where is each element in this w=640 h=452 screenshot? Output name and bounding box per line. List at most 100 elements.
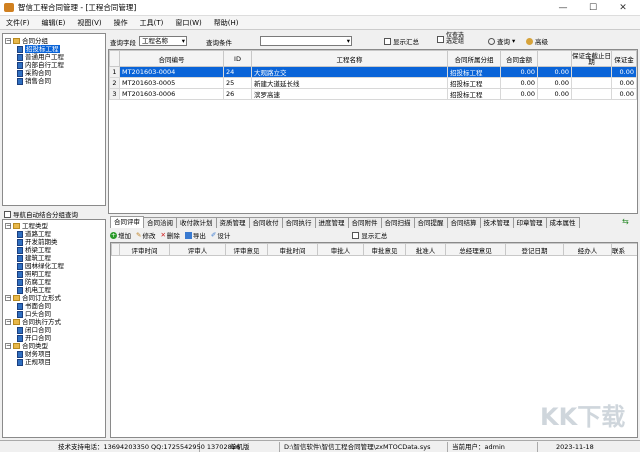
- tab-settlement[interactable]: 合同结算: [446, 217, 481, 228]
- query-condition-input[interactable]: ▾: [260, 36, 352, 46]
- tree-item-bidding[interactable]: 招投标工程: [5, 45, 103, 53]
- col-header[interactable]: 评审人: [169, 243, 226, 256]
- tree-item[interactable]: 开口合同: [5, 334, 103, 342]
- tree-item[interactable]: 开发前期类: [5, 238, 103, 246]
- edit-button[interactable]: ✎ 修改: [136, 230, 155, 240]
- tree-item[interactable]: 防腐工程: [5, 278, 103, 286]
- checkbox[interactable]: [384, 37, 391, 45]
- menu-view[interactable]: 视图(V): [71, 18, 107, 28]
- tree-item[interactable]: 正规项目: [5, 358, 103, 366]
- table-row[interactable]: 2 MT201603-0005 25 新建大道延长线 招投标工程 0.00 0.…: [109, 77, 637, 89]
- col-header[interactable]: 批准人: [405, 243, 446, 256]
- advanced-search-button[interactable]: 高级: [526, 36, 548, 46]
- col-header[interactable]: 合同金额: [500, 50, 538, 67]
- show-summary-toggle[interactable]: 显示汇总: [384, 36, 419, 46]
- tree-item[interactable]: 口头合同: [5, 310, 103, 318]
- tree-item-sales[interactable]: 销售合同: [5, 77, 103, 85]
- status-date: 2023-11-18: [556, 442, 594, 451]
- nav-auto-query-option[interactable]: 导航自动结合分组查询: [4, 209, 78, 219]
- tab-cost[interactable]: 成本属性: [545, 217, 580, 228]
- col-header[interactable]: ID: [223, 50, 252, 67]
- tab-scan[interactable]: 合同扫描: [380, 217, 415, 228]
- col-header[interactable]: 合同所属分组: [447, 50, 501, 67]
- folder-icon: [13, 295, 20, 301]
- delete-button[interactable]: ✕ 删除: [160, 230, 179, 240]
- col-header[interactable]: 经办人: [563, 243, 612, 256]
- tab-receipts[interactable]: 合同收付: [248, 217, 283, 228]
- doc-icon: [17, 270, 23, 278]
- tab-execution[interactable]: 合同执行: [281, 217, 316, 228]
- col-header[interactable]: 工程名称: [251, 50, 448, 67]
- col-header[interactable]: 登记日期: [505, 243, 564, 256]
- tree-item[interactable]: 机电工程: [5, 286, 103, 294]
- collapse-icon[interactable]: −: [5, 319, 11, 325]
- tree-engineering-type[interactable]: − 工程类型: [5, 222, 103, 230]
- tab-scroll-icon[interactable]: ⇆: [622, 217, 629, 226]
- col-header[interactable]: 总经理意见: [445, 243, 506, 256]
- tree-contract-type[interactable]: − 合同类型: [5, 342, 103, 350]
- export-button[interactable]: 导出: [184, 230, 206, 240]
- col-header[interactable]: 审批时间: [267, 243, 318, 256]
- col-header[interactable]: 评审意见: [225, 243, 268, 256]
- table-row[interactable]: 3 MT201603-0006 26 滨罗高速 招投标工程 0.00 0.00 …: [109, 88, 637, 100]
- tab-progress[interactable]: 进度管理: [314, 217, 349, 228]
- collapse-icon[interactable]: −: [5, 343, 11, 349]
- tab-attachments[interactable]: 合同附件: [347, 217, 382, 228]
- minimize-button[interactable]: —: [548, 0, 578, 16]
- col-header[interactable]: 审批意见: [363, 243, 406, 256]
- chevron-down-icon: ▾: [512, 37, 516, 45]
- menu-help[interactable]: 帮助(H): [208, 18, 245, 28]
- search-button[interactable]: 查询 ▾: [488, 36, 515, 46]
- action-toolbar: + 增加 ✎ 修改 ✕ 删除 导出 ✐ 设计 显示汇总: [110, 229, 638, 241]
- collapse-icon[interactable]: −: [5, 295, 11, 301]
- checkbox[interactable]: [352, 231, 360, 239]
- tree-item-purchase[interactable]: 采购合同: [5, 69, 103, 77]
- col-header[interactable]: 审批人: [317, 243, 364, 256]
- design-button[interactable]: ✐ 设计: [211, 230, 230, 240]
- col-header[interactable]: [537, 50, 572, 67]
- col-header[interactable]: 评审时间: [119, 243, 170, 256]
- menu-file[interactable]: 文件(F): [0, 18, 36, 28]
- only-selected-toggle[interactable]: 仅查选 选定组: [437, 33, 464, 45]
- tab-qualification[interactable]: 资质管理: [215, 217, 250, 228]
- show-summary-toggle[interactable]: 显示汇总: [352, 230, 387, 240]
- col-header[interactable]: 保证金: [611, 50, 637, 67]
- tab-reminder[interactable]: 合同提醒: [413, 217, 448, 228]
- tab-review[interactable]: 合同评审: [110, 216, 144, 228]
- doc-icon: [17, 310, 23, 318]
- menu-window[interactable]: 窗口(W): [169, 18, 207, 28]
- maximize-button[interactable]: ☐: [578, 0, 608, 16]
- col-header[interactable]: 保证金截止日期: [571, 50, 612, 67]
- table-row[interactable]: 1 MT201603-0004 24 大观路立交 招投标工程 0.00 0.00…: [109, 66, 637, 78]
- tree-item[interactable]: 照明工程: [5, 270, 103, 278]
- tree-item-internal[interactable]: 内部自行工程: [5, 61, 103, 69]
- tree-item[interactable]: 建筑工程: [5, 254, 103, 262]
- tree-execution-mode[interactable]: − 合同执行方式: [5, 318, 103, 326]
- tab-consult[interactable]: 合同洽阅: [143, 217, 177, 228]
- tab-technical[interactable]: 技术管理: [479, 217, 514, 228]
- checkbox[interactable]: [437, 35, 444, 43]
- tree-item-normal-user[interactable]: 普通用户工程: [5, 53, 103, 61]
- tree-item[interactable]: 书面合同: [5, 302, 103, 310]
- tree-root[interactable]: − 合同分组: [5, 37, 103, 45]
- tree-item[interactable]: 财务项目: [5, 350, 103, 358]
- tree-item[interactable]: 闭口合同: [5, 326, 103, 334]
- collapse-icon[interactable]: −: [5, 38, 11, 44]
- col-header[interactable]: 联系: [611, 243, 637, 256]
- menu-edit[interactable]: 编辑(E): [36, 18, 72, 28]
- tab-seal[interactable]: 印章管理: [512, 217, 547, 228]
- collapse-icon[interactable]: −: [5, 223, 11, 229]
- tree-item[interactable]: 道路工程: [5, 230, 103, 238]
- tree-item[interactable]: 桥梁工程: [5, 246, 103, 254]
- tree-contract-form[interactable]: − 合同订立形式: [5, 294, 103, 302]
- tree-item[interactable]: 园林绿化工程: [5, 262, 103, 270]
- menu-tools[interactable]: 工具(T): [134, 18, 170, 28]
- add-button[interactable]: + 增加: [110, 230, 131, 240]
- design-icon: ✐: [210, 231, 217, 239]
- nav-checkbox[interactable]: [4, 210, 11, 218]
- close-button[interactable]: ✕: [608, 0, 638, 16]
- query-field-select[interactable]: 工程名称 ▾: [139, 36, 187, 46]
- col-header[interactable]: 合同编号: [119, 50, 224, 67]
- menu-operation[interactable]: 操作: [108, 18, 134, 28]
- tab-payment-plan[interactable]: 收付款计划: [176, 217, 217, 228]
